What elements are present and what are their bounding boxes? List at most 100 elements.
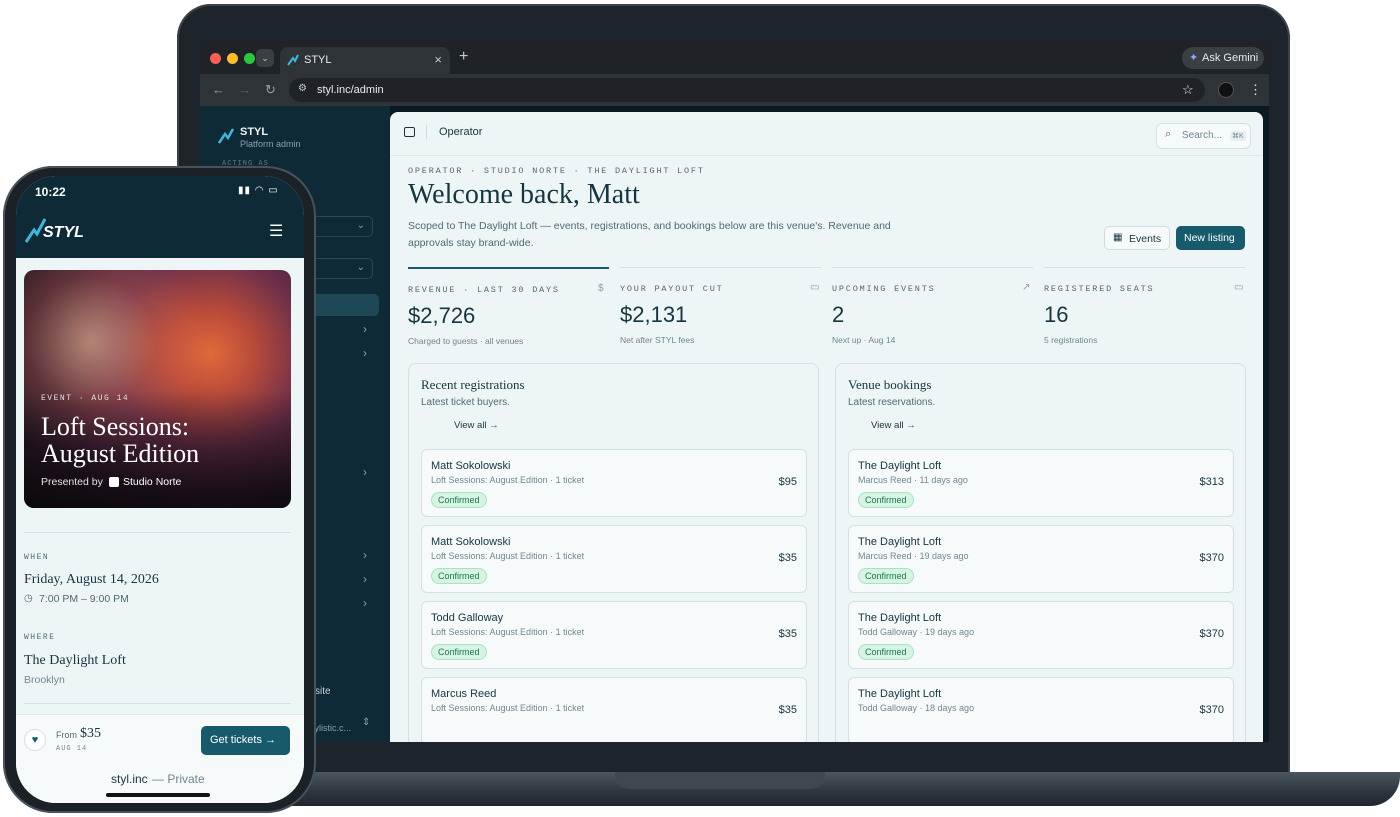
registration-detail: Loft Sessions: August Edition · 1 ticket xyxy=(431,627,585,637)
chevron-right-icon[interactable]: › xyxy=(363,346,367,360)
event-hero-image[interactable]: EVENT · AUG 14 Loft Sessions: August Edi… xyxy=(24,270,291,508)
stat-sub: Net after STYL fees xyxy=(620,335,695,345)
registration-row[interactable]: Todd Galloway Loft Sessions: August Edit… xyxy=(421,601,807,669)
from-label: From xyxy=(56,730,77,740)
reload-icon[interactable]: ↻ xyxy=(265,82,276,98)
chevron-right-icon[interactable]: › xyxy=(363,548,367,562)
registrant-name: Marcus Reed xyxy=(431,688,497,700)
venue-bookings-card: Venue bookings Latest reservations. View… xyxy=(835,363,1246,742)
sidebar-account-partial[interactable]: tylistic.c... xyxy=(312,723,351,733)
booking-amount: $370 xyxy=(1199,704,1224,716)
hamburger-menu-icon[interactable]: ☰ xyxy=(269,221,283,241)
trend-up-icon: ↗ xyxy=(1022,282,1031,293)
sidebar-toggle-icon[interactable] xyxy=(404,127,415,137)
chevron-right-icon[interactable]: › xyxy=(363,572,367,586)
stat-card-payout: YOUR PAYOUT CUT ▭ $2,131 Net after STYL … xyxy=(620,267,821,352)
status-badge: Confirmed xyxy=(431,568,487,584)
bookmark-star-icon[interactable]: ☆ xyxy=(1182,82,1194,98)
page-description: Scoped to The Daylight Loft — events, re… xyxy=(408,220,891,249)
admin-main: Operator ⌕ Search... ⌘K OPERATOR · STUDI… xyxy=(390,112,1263,742)
recent-registrations-card: Recent registrations Latest ticket buyer… xyxy=(408,363,819,742)
window-minimize-button[interactable] xyxy=(227,53,238,64)
search-box[interactable]: ⌕ Search... ⌘K xyxy=(1156,123,1251,149)
registration-row[interactable]: Matt Sokolowski Loft Sessions: August Ed… xyxy=(421,449,807,517)
profile-avatar[interactable] xyxy=(1218,82,1234,98)
divider xyxy=(426,125,427,139)
window-zoom-button[interactable] xyxy=(244,53,255,64)
chevron-right-icon[interactable]: › xyxy=(363,596,367,610)
booking-detail: Todd Galloway · 18 days ago xyxy=(858,703,975,713)
venue-city: Brooklyn xyxy=(24,674,65,686)
where-label: WHERE xyxy=(24,633,56,642)
new-tab-button[interactable]: + xyxy=(459,48,468,66)
stat-card-revenue: REVENUE · LAST 30 DAYS $ $2,726 Charged … xyxy=(408,267,609,352)
divider xyxy=(24,532,291,533)
sidebar-brand: STYL xyxy=(240,126,269,138)
chevron-down-icon: ⌄ xyxy=(356,262,365,273)
when-label: WHEN xyxy=(24,553,50,562)
booking-detail: Marcus Reed · 19 days ago xyxy=(858,551,969,561)
tab-search-icon[interactable]: ⌄ xyxy=(256,49,274,67)
booking-row[interactable]: The Daylight Loft Marcus Reed · 19 days … xyxy=(848,525,1234,593)
stats-row: REVENUE · LAST 30 DAYS $ $2,726 Charged … xyxy=(408,267,1246,352)
heart-icon[interactable]: ♥ xyxy=(24,729,46,751)
ticket-price: $35 xyxy=(80,726,101,741)
site-settings-icon[interactable]: ⚙ xyxy=(298,83,307,94)
stat-value: $2,131 xyxy=(620,302,688,327)
events-button[interactable]: ▦ Events xyxy=(1104,226,1170,250)
get-tickets-button[interactable]: Get tickets → xyxy=(201,726,290,755)
safari-url-bar[interactable]: styl.inc — Private xyxy=(16,766,304,803)
account-switch-icon[interactable]: ⇕ xyxy=(362,717,370,728)
registration-row[interactable]: Matt Sokolowski Loft Sessions: August Ed… xyxy=(421,525,807,593)
stat-label: REVENUE · LAST 30 DAYS xyxy=(408,285,560,295)
event-time-range: 7:00 PM – 9:00 PM xyxy=(39,593,129,605)
event-title-line-2: August Edition xyxy=(41,439,200,468)
new-listing-button[interactable]: New listing xyxy=(1176,226,1245,250)
status-badge: Confirmed xyxy=(858,568,914,584)
booking-amount: $370 xyxy=(1199,552,1224,564)
address-bar[interactable]: ⚙ styl.inc/admin xyxy=(289,78,1205,102)
forward-arrow-icon[interactable]: → xyxy=(238,82,251,97)
calendar-icon: ▦ xyxy=(1113,232,1123,243)
chevron-right-icon[interactable]: › xyxy=(363,465,367,479)
stat-value: $2,726 xyxy=(408,303,476,328)
booking-row[interactable]: The Daylight Loft Todd Galloway · 18 day… xyxy=(848,677,1234,742)
registration-amount: $35 xyxy=(778,628,797,640)
view-all-link[interactable]: View all → xyxy=(871,420,916,431)
ticket-bar: ♥ From $35 AUG 14 Get tickets → xyxy=(16,714,304,766)
stat-card-events: UPCOMING EVENTS ↗ 2 Next up · Aug 14 xyxy=(832,267,1033,352)
stat-card-seats: REGISTERED SEATS ▭ 16 5 registrations xyxy=(1044,267,1245,352)
presenter-name[interactable]: Studio Norte xyxy=(123,476,181,488)
card-title: Venue bookings xyxy=(848,377,932,392)
studio-norte-logo-icon xyxy=(109,477,119,487)
ticket-icon: ▭ xyxy=(1234,282,1244,293)
booking-venue: The Daylight Loft xyxy=(858,612,942,624)
sidebar-subtitle: Platform admin xyxy=(240,139,301,149)
price-date: AUG 14 xyxy=(56,745,88,753)
stat-value: 16 xyxy=(1044,302,1069,327)
registration-row[interactable]: Marcus Reed Loft Sessions: August Editio… xyxy=(421,677,807,742)
browser-tab[interactable]: STYL × xyxy=(280,47,450,74)
ask-gemini-button[interactable]: ✦ Ask Gemini xyxy=(1182,47,1264,69)
booking-detail: Marcus Reed · 11 days ago xyxy=(858,475,968,485)
view-all-link[interactable]: View all → xyxy=(454,420,499,431)
laptop-screen: ⌄ STYL × + ✦ Ask Gemini ← → ↻ ⚙ styl.inc… xyxy=(200,42,1269,742)
registrant-name: Matt Sokolowski xyxy=(431,536,511,548)
stat-value: 2 xyxy=(832,302,845,327)
sidebar-item-partial[interactable]: site xyxy=(315,686,331,697)
booking-row[interactable]: The Daylight Loft Marcus Reed · 11 days … xyxy=(848,449,1234,517)
event-title-line-1: Loft Sessions: xyxy=(41,412,190,441)
booking-detail: Todd Galloway · 19 days ago xyxy=(858,627,975,637)
stat-sub: Next up · Aug 14 xyxy=(832,335,896,345)
ask-gemini-label: Ask Gemini xyxy=(1202,52,1259,64)
chevron-down-icon: ⌄ xyxy=(356,220,365,231)
back-arrow-icon[interactable]: ← xyxy=(212,82,225,97)
registrant-name: Matt Sokolowski xyxy=(431,460,511,472)
booking-row[interactable]: The Daylight Loft Todd Galloway · 19 day… xyxy=(848,601,1234,669)
browser-menu-icon[interactable]: ⋮ xyxy=(1249,82,1262,98)
window-close-button[interactable] xyxy=(210,53,221,64)
stat-label: REGISTERED SEATS xyxy=(1044,284,1155,294)
chevron-right-icon[interactable]: › xyxy=(363,322,367,336)
tab-close-icon[interactable]: × xyxy=(434,52,442,67)
phone-header: 10:22 ▮▮ ◠ ▭ STYL ☰ xyxy=(16,176,304,258)
